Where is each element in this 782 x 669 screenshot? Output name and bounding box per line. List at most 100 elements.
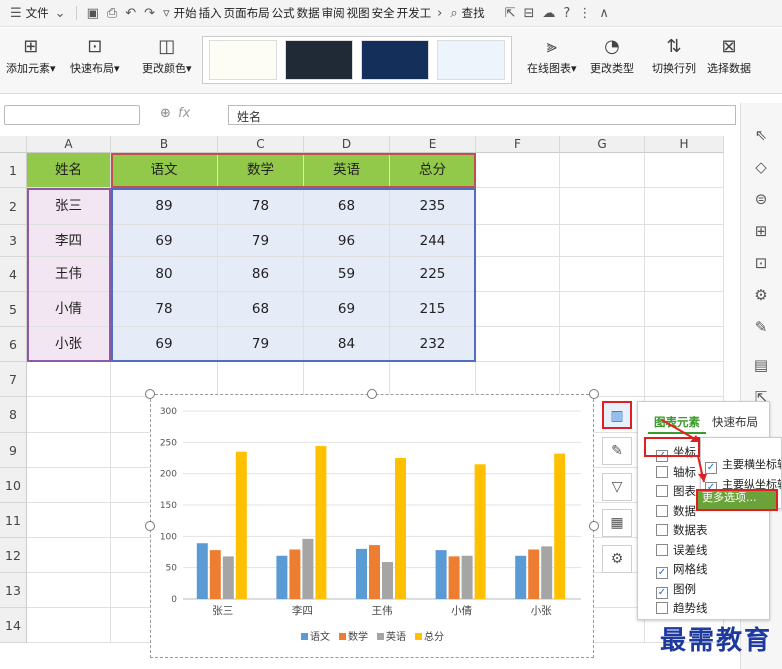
chart-area[interactable]: 0 50 100 150 200 250 300 张三 李四 王伟 小倩 小张 语文 数学 英语 总分 (145, 389, 599, 658)
empty-cell[interactable] (476, 327, 560, 362)
row-header[interactable]: 10 (0, 468, 27, 503)
empty-cell[interactable] (27, 573, 111, 608)
chart-style-4[interactable] (437, 40, 505, 80)
empty-cell[interactable] (27, 397, 111, 433)
empty-cell[interactable] (560, 327, 645, 362)
row-header[interactable]: 6 (0, 327, 27, 362)
empty-cell[interactable] (390, 362, 476, 397)
row-header[interactable]: 5 (0, 292, 27, 327)
grid-icon[interactable]: ⊡ (749, 251, 773, 275)
fx-icon[interactable]: fx (178, 106, 190, 121)
search-button[interactable]: 查找 (462, 5, 485, 21)
row-header[interactable]: 8 (0, 397, 27, 433)
empty-cell[interactable] (476, 257, 560, 292)
chart-element-option[interactable]: 数据 (656, 503, 696, 519)
gear-icon[interactable]: ⚙ (602, 545, 632, 573)
empty-cell[interactable] (560, 257, 645, 292)
checkbox[interactable]: ✓ (656, 567, 668, 579)
tab-page-layout[interactable]: 页面布局 (224, 5, 270, 21)
resize-handle[interactable] (145, 389, 155, 399)
column-header[interactable]: F (476, 136, 560, 153)
chart-element-option[interactable]: ✓ 网格线 (656, 561, 708, 579)
empty-cell[interactable] (218, 362, 304, 397)
empty-cell[interactable] (560, 362, 645, 397)
collapse-icon[interactable]: ∧ (599, 6, 609, 21)
column-header[interactable]: E (390, 136, 476, 153)
online-chart-button[interactable]: ⫸ 在线图表▾ (527, 34, 577, 76)
resize-handle[interactable] (589, 521, 599, 531)
empty-cell[interactable] (560, 188, 645, 225)
chart-style-1[interactable] (209, 40, 277, 80)
chart-element-option[interactable]: 趋势线 (656, 600, 708, 616)
table-icon[interactable]: ⊞ (749, 219, 773, 243)
tab-review[interactable]: 审阅 (322, 5, 345, 21)
hamburger-icon[interactable]: ☰ (10, 6, 22, 21)
switch-row-col-button[interactable]: ⇅ 切换行列 (652, 34, 696, 76)
empty-cell[interactable] (111, 362, 218, 397)
tab-data[interactable]: 数据 (297, 5, 320, 21)
tab-developer[interactable]: 开发工 (397, 5, 432, 21)
undo-icon[interactable]: ↶ (125, 6, 136, 21)
column-header[interactable]: A (27, 136, 111, 153)
row-header[interactable]: 4 (0, 257, 27, 292)
empty-cell[interactable] (560, 292, 645, 327)
chart-add-icon[interactable]: ▦ (602, 509, 632, 537)
column-header[interactable]: H (645, 136, 724, 153)
more-icon[interactable]: ▿ (163, 6, 170, 21)
empty-cell[interactable] (476, 362, 560, 397)
settings-sliders-icon[interactable]: ⚙ (749, 283, 773, 307)
table-header-cell[interactable]: 姓名 (27, 153, 111, 188)
empty-cell[interactable] (27, 362, 111, 397)
empty-cell[interactable] (645, 225, 724, 257)
row-header[interactable]: 2 (0, 188, 27, 225)
empty-cell[interactable] (645, 327, 724, 362)
print-preview-icon[interactable]: ⎙ (107, 6, 117, 21)
empty-cell[interactable] (476, 188, 560, 225)
empty-cell[interactable] (27, 503, 111, 538)
cloud-icon[interactable]: ☁ (542, 6, 555, 21)
empty-cell[interactable] (560, 225, 645, 257)
redo-icon[interactable]: ↷ (144, 6, 155, 21)
empty-cell[interactable] (645, 188, 724, 225)
help-icon[interactable]: ? (563, 6, 570, 21)
resize-handle[interactable] (589, 389, 599, 399)
checkbox[interactable] (656, 524, 668, 536)
edit-icon[interactable]: ✎ (749, 315, 773, 339)
filter-icon[interactable]: ▽ (602, 473, 632, 501)
chart-element-option[interactable]: ✓ 图例 (656, 581, 696, 599)
chart-elements-icon[interactable]: ▥ (602, 401, 632, 429)
empty-cell[interactable] (304, 362, 390, 397)
chart-element-option[interactable]: 误差线 (656, 542, 708, 558)
row-header[interactable]: 3 (0, 225, 27, 257)
empty-cell[interactable] (645, 257, 724, 292)
chart-style-gallery[interactable] (202, 36, 512, 84)
column-header[interactable]: C (218, 136, 304, 153)
row-header[interactable]: 12 (0, 538, 27, 573)
cursor-icon[interactable]: ⇖ (749, 123, 773, 147)
row-header[interactable]: 9 (0, 433, 27, 468)
select-data-button[interactable]: ⊠ 选择数据 (707, 34, 751, 76)
row-header[interactable]: 14 (0, 608, 27, 643)
column-header[interactable]: G (560, 136, 645, 153)
tab-formula[interactable]: 公式 (272, 5, 295, 21)
empty-cell[interactable] (27, 468, 111, 503)
change-color-button[interactable]: ◫ 更改颜色▾ (142, 34, 192, 76)
chart-style-3[interactable] (361, 40, 429, 80)
empty-cell[interactable] (645, 153, 724, 188)
add-element-button[interactable]: ⊞ 添加元素▾ (6, 34, 56, 76)
kebab-icon[interactable]: ⋮ (578, 6, 591, 21)
row-header[interactable]: 11 (0, 503, 27, 538)
empty-cell[interactable] (645, 362, 724, 397)
checkbox[interactable]: ✓ (656, 586, 668, 599)
formula-input[interactable]: 姓名 (228, 105, 736, 125)
save-icon[interactable]: ▣ (87, 6, 99, 21)
empty-cell[interactable] (27, 433, 111, 468)
fill-icon[interactable]: ⊜ (749, 187, 773, 211)
empty-cell[interactable] (645, 292, 724, 327)
tab-view[interactable]: 视图 (347, 5, 370, 21)
checkbox[interactable] (656, 504, 668, 517)
chart-style-2[interactable] (285, 40, 353, 80)
row-header[interactable]: 1 (0, 153, 27, 188)
empty-cell[interactable] (560, 153, 645, 188)
shape-icon[interactable]: ◇ (749, 155, 773, 179)
